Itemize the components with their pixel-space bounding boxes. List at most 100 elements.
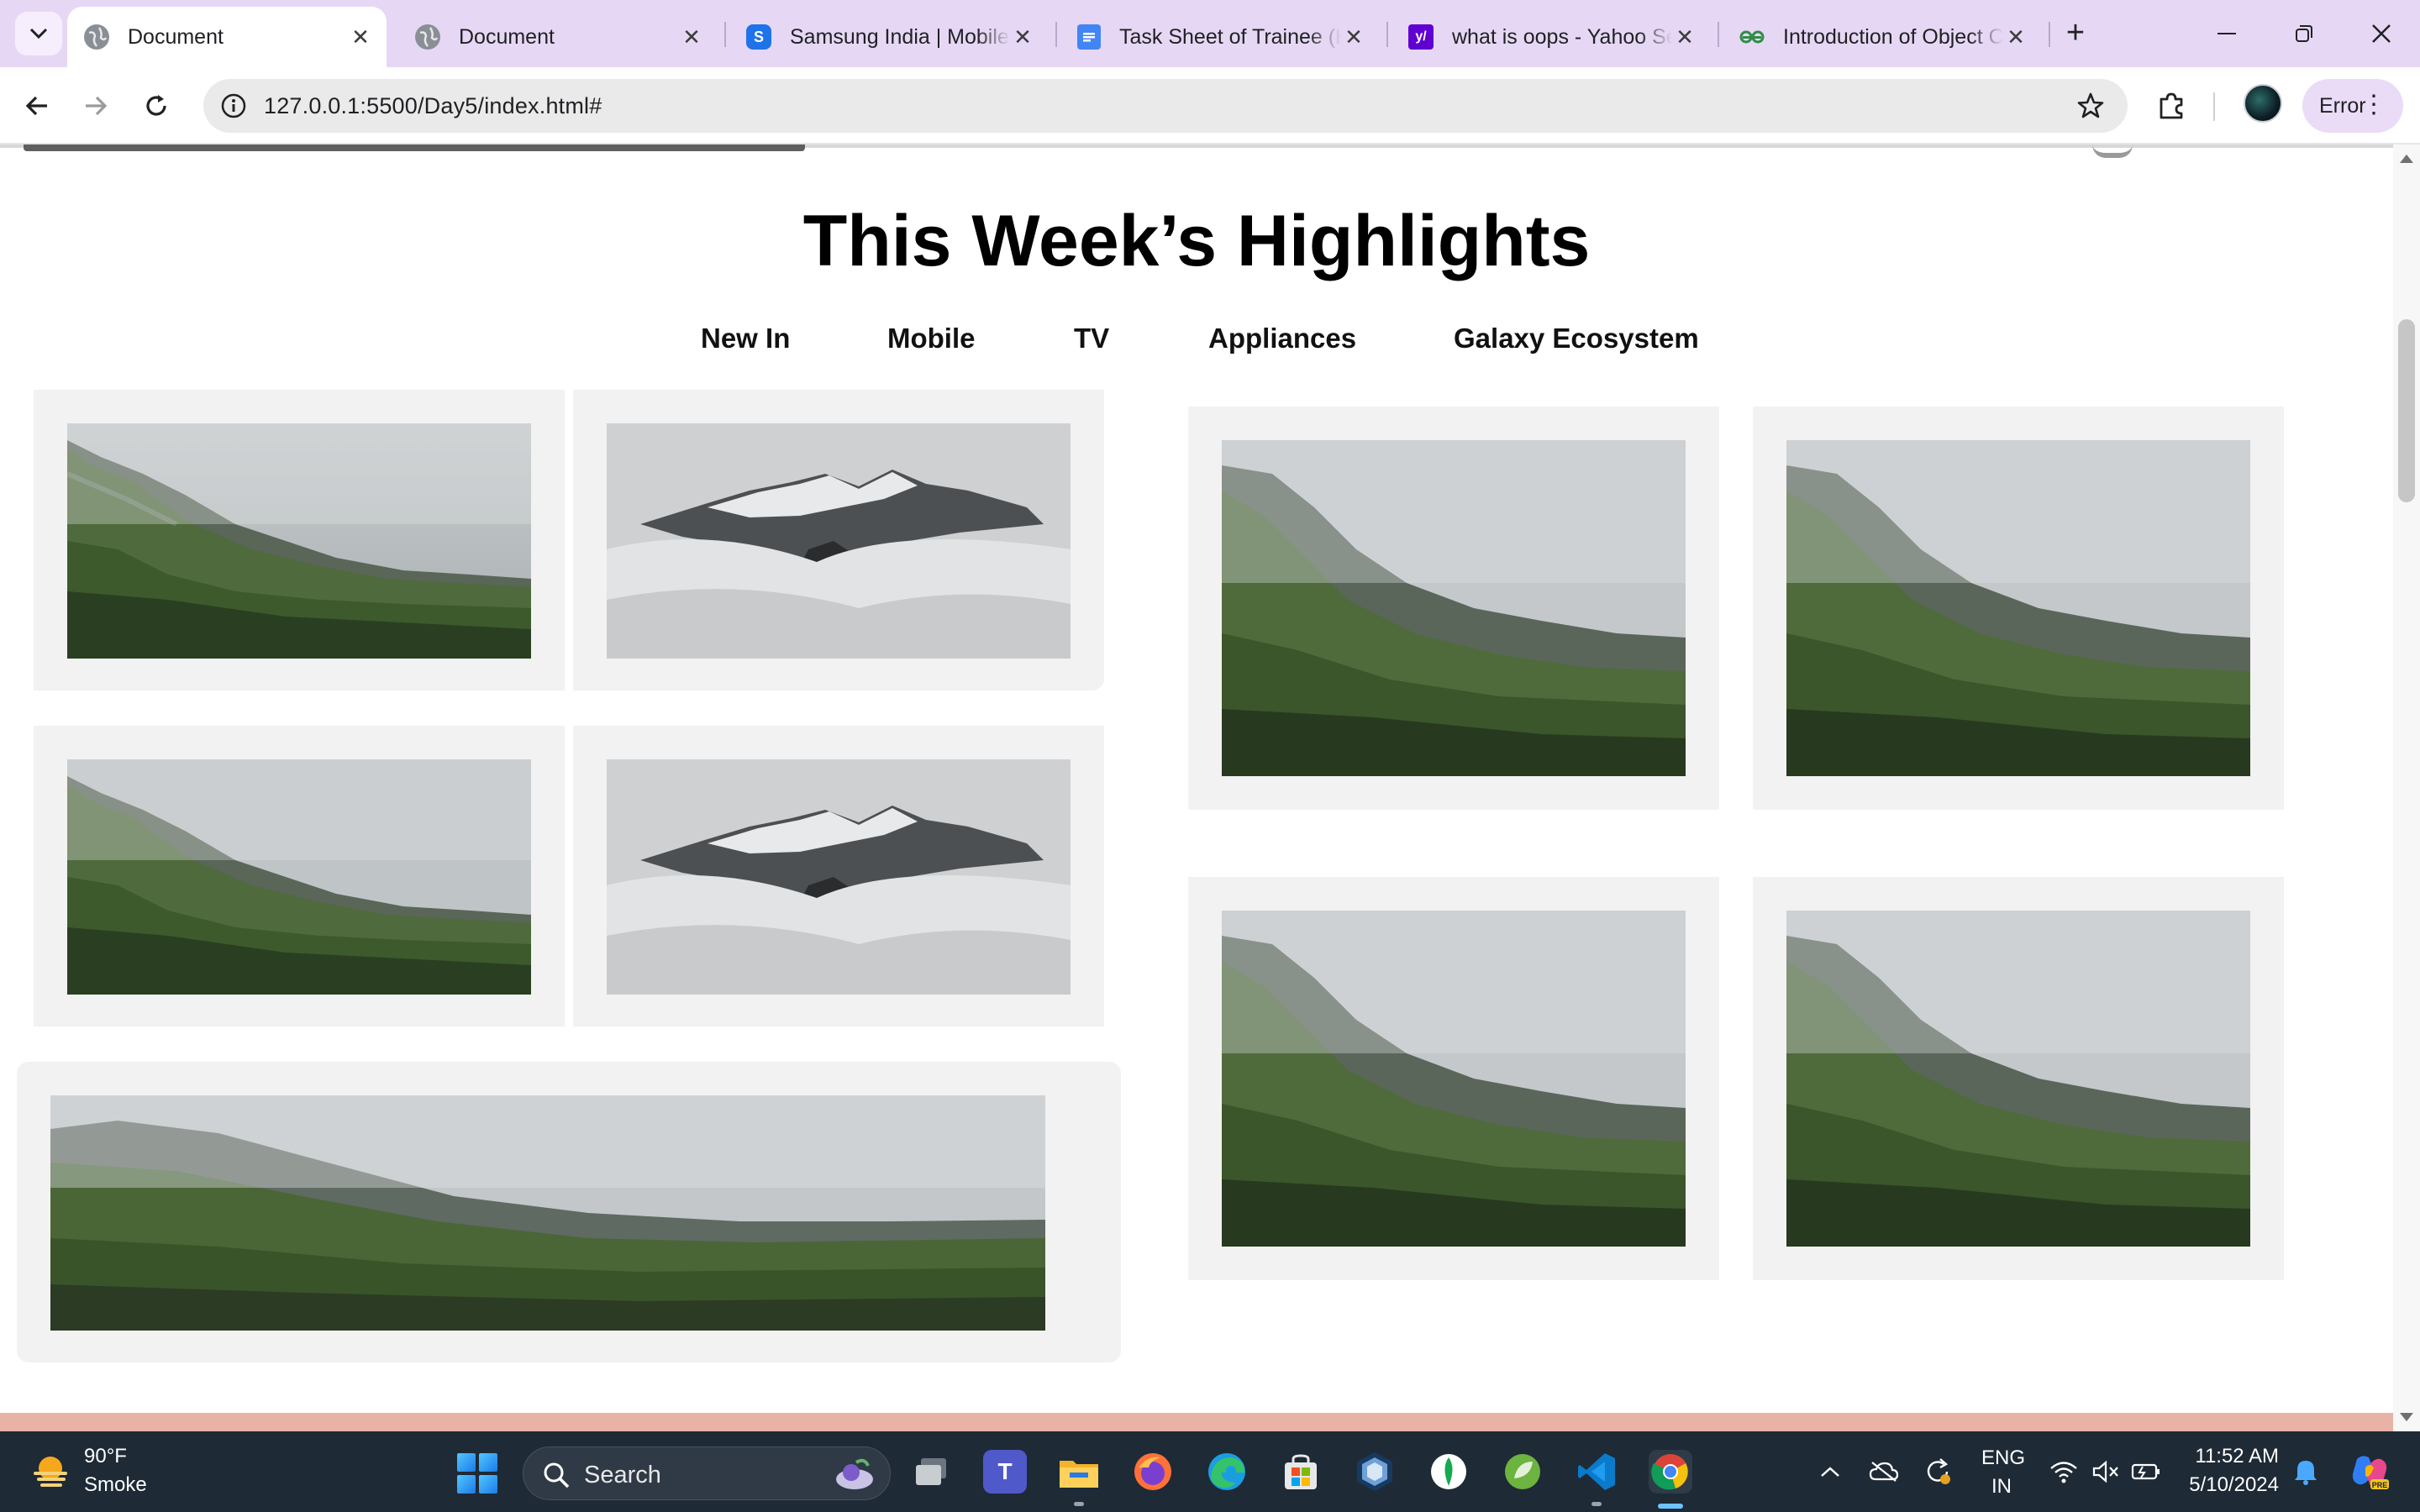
new-tab-button[interactable]: +: [2057, 15, 2094, 52]
svg-text:PRE: PRE: [2372, 1481, 2388, 1489]
windows-taskbar: 90°F Smoke Search T ENG IN 11:52 AM 5/10…: [0, 1431, 2420, 1512]
misty-green-mountain-image: [1222, 911, 1686, 1247]
globe-icon: [84, 24, 109, 50]
browser-toolbar: 127.0.0.1:5500/Day5/index.html# Error ⋮: [0, 67, 2420, 144]
copilot-icon[interactable]: PRE: [2348, 1450, 2391, 1494]
reload-button[interactable]: [134, 84, 178, 128]
nav-galaxy-ecosystem[interactable]: Galaxy Ecosystem: [1454, 323, 1699, 354]
close-icon[interactable]: ✕: [1672, 24, 1697, 50]
tab-divider: [1386, 22, 1388, 47]
tab-geeksforgeeks[interactable]: Introduction of Object C ✕: [1723, 7, 2042, 67]
profile-error-label: Error: [2319, 93, 2366, 118]
profile-error-button[interactable]: Error ⋮: [2302, 79, 2403, 133]
clock-time[interactable]: 11:52 AM: [2188, 1445, 2279, 1468]
tab-search-button[interactable]: [15, 12, 62, 55]
edge-icon[interactable]: [1205, 1450, 1249, 1494]
language-indicator-line1[interactable]: ENG: [1981, 1446, 2025, 1470]
task-view-icon[interactable]: [909, 1450, 953, 1494]
language-indicator-line2[interactable]: IN: [1991, 1475, 2012, 1499]
close-icon[interactable]: ✕: [1341, 24, 1366, 50]
page-scrollbar[interactable]: [2393, 144, 2420, 1431]
close-icon[interactable]: ✕: [348, 24, 373, 50]
notification-bell-icon[interactable]: [2289, 1455, 2323, 1488]
close-window-button[interactable]: [2348, 10, 2415, 57]
tab-yahoo[interactable]: y/ what is oops - Yahoo Se ✕: [1392, 7, 1711, 67]
tab-title: Document: [459, 24, 555, 49]
tab-document-2[interactable]: Document ✕: [398, 7, 718, 67]
close-icon[interactable]: ✕: [1010, 24, 1035, 50]
google-docs-icon: [1077, 24, 1101, 50]
tab-samsung[interactable]: S Samsung India | Mobile ✕: [729, 7, 1049, 67]
samsung-icon: S: [746, 24, 771, 50]
misty-green-mountain-image: [1786, 440, 2250, 776]
site-info-icon[interactable]: [215, 87, 252, 124]
tab-strip: Document ✕ Document ✕ S Samsung India | …: [0, 0, 2420, 67]
restore-button[interactable]: [2270, 10, 2338, 57]
vscode-icon[interactable]: [1575, 1450, 1618, 1494]
weather-sun-haze-icon[interactable]: [29, 1450, 72, 1494]
clock-date[interactable]: 5/10/2024: [2180, 1473, 2279, 1497]
highlight-card[interactable]: [573, 390, 1104, 690]
volume-muted-icon[interactable]: [2089, 1455, 2123, 1488]
close-icon[interactable]: ✕: [2003, 24, 2028, 50]
profile-avatar[interactable]: [2244, 84, 2282, 123]
highlight-card[interactable]: [573, 726, 1104, 1026]
tab-divider: [1055, 22, 1057, 47]
virtualbox-icon[interactable]: [1353, 1450, 1397, 1494]
firefox-icon[interactable]: [1131, 1450, 1175, 1494]
highlight-card[interactable]: [34, 390, 565, 690]
scroll-down-arrow-icon[interactable]: [2400, 1413, 2413, 1421]
weather-temperature: 90°F: [84, 1445, 127, 1467]
nav-appliances[interactable]: Appliances: [1208, 323, 1356, 354]
chevron-down-icon: [29, 28, 48, 39]
battery-charging-icon[interactable]: [2129, 1455, 2163, 1488]
show-hidden-icons-chevron-icon[interactable]: [1813, 1455, 1847, 1488]
tab-document-1[interactable]: Document ✕: [67, 7, 387, 67]
highlight-card-large[interactable]: [1753, 877, 2284, 1280]
bookmark-star-icon[interactable]: [2072, 87, 2109, 124]
scrollbar-thumb[interactable]: [2398, 319, 2415, 502]
more-vert-icon[interactable]: ⋮: [2361, 92, 2386, 118]
tab-divider: [1718, 22, 1719, 47]
weather-description: Smoke: [84, 1473, 147, 1496]
toolbar-divider: [2213, 92, 2215, 121]
scroll-up-arrow-icon[interactable]: [2400, 155, 2413, 163]
highlight-card-wide[interactable]: [17, 1062, 1121, 1362]
taskbar-search-label: Search: [584, 1462, 661, 1488]
highlight-card[interactable]: [34, 726, 565, 1026]
tab-divider: [724, 22, 726, 47]
close-icon[interactable]: ✕: [679, 24, 704, 50]
back-button[interactable]: [15, 84, 59, 128]
page-viewport: This Week’s Highlights New In Mobile TV …: [0, 144, 2393, 1431]
url-text[interactable]: 127.0.0.1:5500/Day5/index.html#: [264, 93, 602, 119]
spring-tools-icon[interactable]: [1501, 1450, 1544, 1494]
tab-title: what is oops - Yahoo Se: [1452, 24, 1672, 49]
nav-tv[interactable]: TV: [1074, 323, 1109, 354]
microsoft-store-icon[interactable]: [1279, 1450, 1323, 1494]
sync-icon[interactable]: [1921, 1455, 1954, 1488]
tab-task-sheet[interactable]: Task Sheet of Trainee (H ✕: [1060, 7, 1380, 67]
highlight-card-large[interactable]: [1753, 407, 2284, 810]
running-indicator: [1074, 1502, 1084, 1506]
extensions-button[interactable]: [2149, 84, 2193, 128]
onedrive-offline-icon[interactable]: [1867, 1455, 1901, 1488]
snowy-peak-in-clouds-image: [607, 759, 1071, 995]
nav-new-in[interactable]: New In: [701, 323, 790, 354]
highlight-card-large[interactable]: [1188, 877, 1719, 1280]
minimize-button[interactable]: [2193, 10, 2260, 57]
highlight-card-large[interactable]: [1188, 407, 1719, 810]
nav-mobile[interactable]: Mobile: [887, 323, 976, 354]
file-explorer-icon[interactable]: [1057, 1450, 1101, 1494]
mongodb-compass-icon[interactable]: [1427, 1450, 1470, 1494]
forward-button[interactable]: [74, 84, 118, 128]
teams-icon[interactable]: T: [983, 1450, 1027, 1494]
misty-green-mountain-image: [67, 423, 531, 659]
misty-green-mountain-image: [1786, 911, 2250, 1247]
windows-start-icon[interactable]: [457, 1453, 497, 1494]
wifi-icon[interactable]: [2047, 1455, 2081, 1488]
address-bar[interactable]: 127.0.0.1:5500/Day5/index.html#: [203, 79, 2128, 133]
previous-section-mark: [2092, 144, 2133, 158]
chrome-icon[interactable]: [1649, 1450, 1692, 1494]
misty-green-mountain-wide-image: [50, 1095, 1045, 1331]
taskbar-search[interactable]: Search: [523, 1446, 891, 1500]
